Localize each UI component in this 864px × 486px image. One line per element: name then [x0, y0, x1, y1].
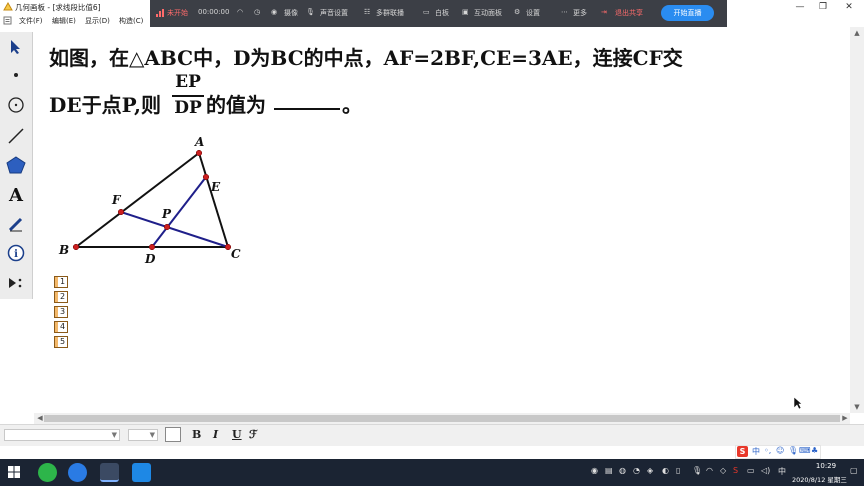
tray-shield-icon[interactable]: ◈ — [647, 466, 653, 475]
point-a[interactable] — [195, 149, 203, 157]
tray-wechat-icon[interactable]: ◍ — [619, 466, 626, 475]
voice-icon[interactable]: 🎙 — [788, 446, 798, 455]
live-app-taskbar-icon[interactable] — [68, 463, 87, 482]
media-taskbar-icon[interactable] — [132, 463, 151, 482]
page-button-3[interactable]: 3 — [54, 306, 68, 318]
page-button-1[interactable]: 1 — [54, 276, 68, 288]
scroll-up-icon[interactable]: ▲ — [852, 29, 862, 37]
tray-volume-icon[interactable]: ◁) — [761, 466, 770, 475]
chevron-down-icon: ▼ — [111, 431, 117, 439]
tray-app-icon[interactable]: ◐ — [662, 466, 669, 475]
italic-button[interactable]: I — [213, 428, 218, 441]
sogou-logo-icon[interactable]: S — [737, 446, 748, 457]
page-button-5[interactable]: 5 — [54, 336, 68, 348]
keyboard-icon[interactable]: ⌨ — [799, 446, 811, 455]
page-button-2[interactable]: 2 — [54, 291, 68, 303]
tray-network-icon[interactable]: ◔ — [633, 466, 640, 475]
label-d: D — [145, 252, 156, 266]
horizontal-scroll-thumb[interactable] — [44, 415, 840, 422]
point-d[interactable] — [148, 243, 156, 251]
ime-language[interactable]: 中 — [752, 446, 760, 457]
label-a: A — [195, 135, 205, 149]
clock-date[interactable]: 2020/8/12 星期三 — [792, 474, 847, 484]
math-symbol-button[interactable]: ℱ — [249, 428, 258, 441]
point-b[interactable] — [72, 243, 80, 251]
clock-time[interactable]: 10:29 — [806, 462, 846, 470]
tray-headset-icon[interactable]: ◠ — [706, 466, 713, 475]
scroll-down-icon[interactable]: ▼ — [852, 403, 862, 411]
text-color-swatch[interactable] — [165, 427, 181, 442]
windows-start-icon[interactable] — [8, 466, 20, 478]
browser-taskbar-icon[interactable] — [38, 463, 57, 482]
segment-ac[interactable] — [198, 152, 229, 248]
font-family-select[interactable]: ▼ — [4, 429, 120, 441]
label-f: F — [112, 193, 121, 207]
tray-tablet-icon[interactable]: ▯ — [676, 466, 680, 475]
bold-button[interactable]: B — [192, 428, 201, 441]
label-p: P — [162, 207, 172, 221]
point-p[interactable] — [163, 223, 171, 231]
tray-sogou-icon[interactable]: S — [733, 466, 738, 475]
scroll-left-icon[interactable]: ◀ — [35, 414, 45, 422]
label-b: B — [59, 243, 70, 257]
label-e: E — [211, 180, 221, 194]
vertical-scrollbar[interactable] — [850, 27, 864, 413]
point-e[interactable] — [202, 173, 210, 181]
tray-message-icon[interactable]: ▤ — [605, 466, 613, 475]
page-button-4[interactable]: 4 — [54, 321, 68, 333]
emoji-icon[interactable]: ☺ — [776, 446, 784, 455]
tray-ime-icon[interactable]: 中 — [778, 466, 786, 477]
chevron-down-icon: ▼ — [149, 431, 155, 439]
font-size-select[interactable]: ▼ — [128, 429, 158, 441]
scroll-right-icon[interactable]: ▶ — [840, 414, 850, 422]
tray-dropbox-icon[interactable]: ◇ — [720, 466, 726, 475]
underline-button[interactable]: U — [232, 428, 242, 441]
tray-bluetooth-icon[interactable]: ◉ — [591, 466, 598, 475]
label-c: C — [231, 247, 241, 261]
point-c[interactable] — [224, 243, 232, 251]
notification-icon[interactable]: ▢ — [850, 466, 858, 475]
tray-mic-icon[interactable]: 🎙 — [692, 466, 702, 475]
point-f[interactable] — [117, 208, 125, 216]
geometry-sketchpad-taskbar-icon[interactable] — [100, 463, 119, 482]
punctuation-icon[interactable]: ◦, — [764, 446, 771, 455]
segment-ab[interactable] — [75, 152, 200, 248]
mouse-cursor-icon — [793, 396, 803, 410]
skin-icon[interactable]: ♣ — [811, 446, 818, 455]
tray-display-icon[interactable]: ▭ — [747, 466, 755, 475]
